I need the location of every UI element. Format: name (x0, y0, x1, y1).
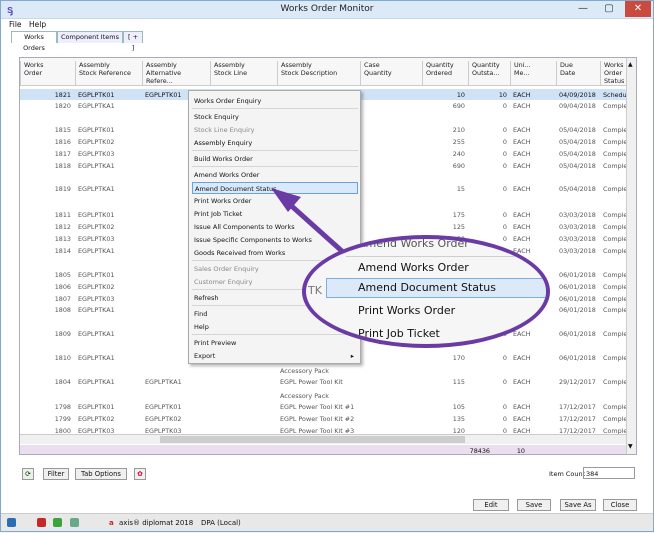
zoom-partial-left: TK (308, 284, 322, 297)
alert-icon[interactable] (37, 518, 46, 527)
home-icon[interactable] (7, 518, 16, 527)
axis-logo-icon: a (109, 519, 114, 527)
check-icon[interactable] (53, 518, 62, 527)
refresh-status-icon[interactable] (70, 518, 79, 527)
edit-button[interactable]: Edit (473, 499, 509, 511)
zoom-amend-works-order: Amend Works Order (358, 261, 469, 274)
item-count-field: 384 (583, 467, 635, 479)
app-name: axis® diplomat 2018 (119, 519, 194, 527)
tab-options-button[interactable]: Tab Options (75, 468, 127, 480)
status-bar: a axis® diplomat 2018 DPA (Local) (1, 513, 653, 531)
filter-button[interactable]: Filter (43, 468, 69, 480)
refresh-icon[interactable]: ⟳ (22, 468, 34, 480)
database-name: DPA (Local) (201, 519, 241, 527)
save-button[interactable]: Save (517, 499, 551, 511)
zoom-amend-document-status: Amend Document Status (326, 278, 546, 298)
zoom-callout: Amend Works Order Amend Works Order Amen… (302, 235, 550, 348)
item-count-label: Item Count (549, 470, 586, 478)
colour-palette-icon[interactable]: ✿ (134, 468, 146, 480)
save-as-button[interactable]: Save As (560, 499, 596, 511)
app-window: ᶊ Works Order Monitor — ▢ ✕ File Help Wo… (0, 0, 654, 532)
zoom-partial-bottom: Print Job Ticket (358, 327, 440, 340)
close-button[interactable]: Close (603, 499, 637, 511)
zoom-separator (346, 256, 546, 257)
zoom-partial-top: Amend Works Order (358, 237, 469, 250)
zoom-print-works-order: Print Works Order (358, 304, 456, 317)
